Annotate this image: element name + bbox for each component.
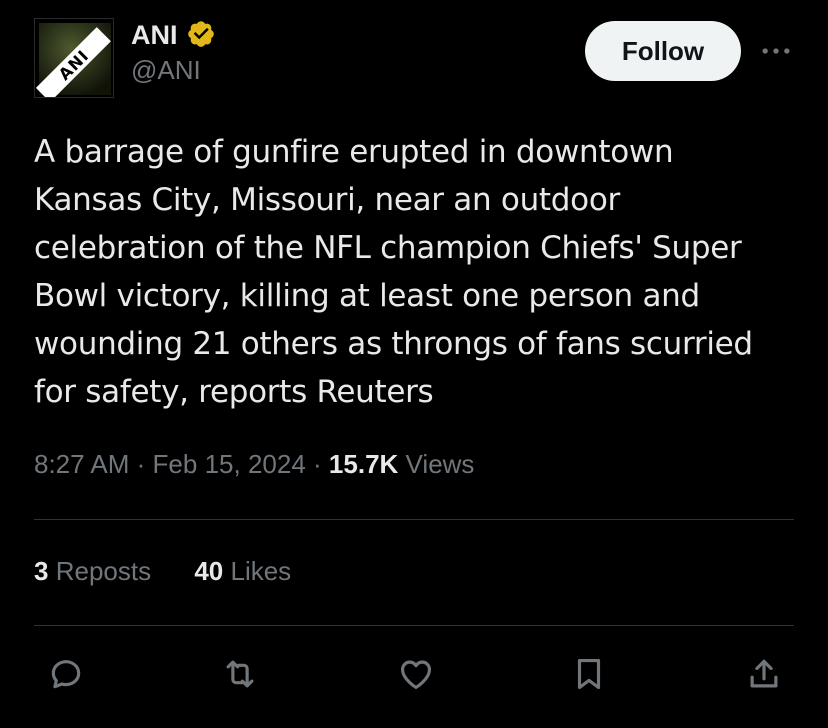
tweet-meta: 8:27 AM · Feb 15, 2024 · 15.7K Views (34, 449, 474, 480)
author-info: ANI @ANI (131, 20, 216, 86)
views-count[interactable]: 15.7K (329, 449, 398, 479)
likes-count: 40 (194, 556, 224, 586)
tweet-text: A barrage of gunfire erupted in downtown… (34, 134, 753, 410)
engagement-stats: 3 Reposts 40 Likes (34, 556, 327, 587)
tweet-header: ANI ANI @ANI Follow (34, 18, 794, 100)
action-bar (34, 652, 794, 696)
reposts-label: Reposts (55, 556, 152, 586)
divider (34, 519, 794, 520)
share-icon[interactable] (742, 652, 786, 696)
likes-label: Likes (230, 556, 292, 586)
meta-separator: · (313, 449, 322, 479)
heart-icon[interactable] (394, 652, 438, 696)
reposts-count: 3 (34, 556, 49, 586)
bookmark-icon[interactable] (567, 652, 611, 696)
views-label: Views (405, 449, 475, 479)
follow-button[interactable]: Follow (585, 21, 741, 81)
author-handle[interactable]: @ANI (131, 55, 216, 86)
tweet-date[interactable]: Feb 15, 2024 (153, 449, 306, 479)
reply-icon[interactable] (44, 652, 88, 696)
repost-icon[interactable] (218, 652, 262, 696)
likes-stat[interactable]: 40 Likes (194, 556, 291, 587)
divider (34, 625, 794, 626)
more-options-icon[interactable] (758, 37, 794, 65)
reposts-stat[interactable]: 3 Reposts (34, 556, 151, 587)
avatar[interactable]: ANI (34, 18, 114, 98)
meta-separator: · (136, 449, 146, 479)
verified-badge-icon[interactable] (186, 19, 216, 49)
tweet-time[interactable]: 8:27 AM (34, 449, 129, 479)
author-display-name[interactable]: ANI (131, 20, 178, 51)
